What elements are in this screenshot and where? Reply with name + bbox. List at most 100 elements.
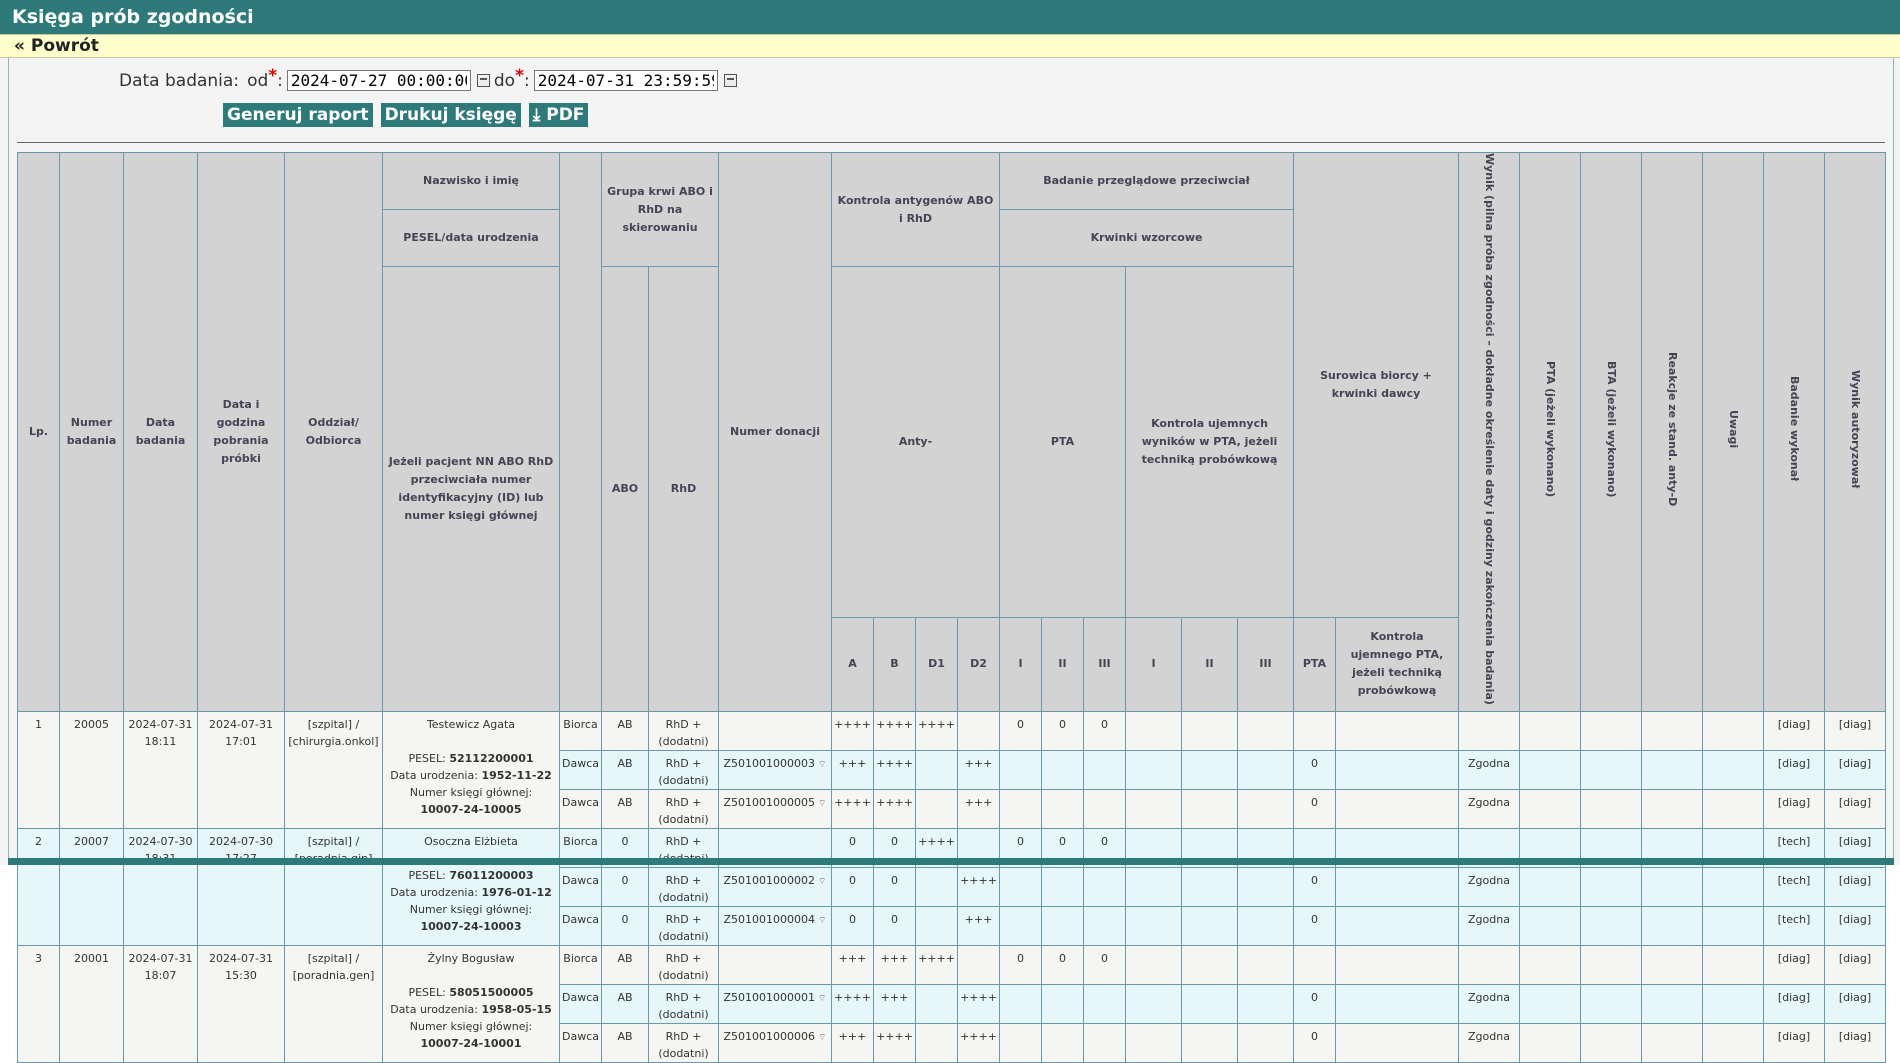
- cell-badanie-wykonal[interactable]: [diag]: [1763, 788, 1825, 829]
- cell-p1: [999, 866, 1042, 907]
- header-pta-ii: II: [1041, 616, 1084, 712]
- details-icon[interactable]: ⌔: [818, 994, 826, 1004]
- cell-wynik-autoryzowal[interactable]: [diag]: [1824, 983, 1886, 1024]
- back-link[interactable]: « Powrót: [14, 36, 99, 56]
- cell-d2: ++++: [957, 866, 1000, 907]
- cell-d1: [915, 788, 958, 829]
- details-icon[interactable]: ⌔: [818, 799, 826, 809]
- cell-d1: [915, 905, 958, 946]
- cell-uwagi: [1702, 788, 1764, 829]
- cell-p3: [1083, 1022, 1126, 1063]
- cell-p2: [1041, 905, 1084, 946]
- details-icon[interactable]: ⌔: [818, 877, 826, 887]
- header-anty: Anty-: [831, 266, 1000, 618]
- cell-donacja[interactable]: Z501001000003 ⌔: [718, 749, 832, 790]
- cell-donacja[interactable]: Z501001000006 ⌔: [718, 1022, 832, 1063]
- cell-donacja[interactable]: Z501001000004 ⌔: [718, 905, 832, 946]
- header-wynik-autoryzowal: Wynik autoryzował: [1824, 152, 1886, 712]
- cell-p2: [1041, 1022, 1084, 1063]
- cell-donacja[interactable]: Z501001000005 ⌔: [718, 788, 832, 829]
- cell-a: 0: [831, 905, 874, 946]
- cell-badanie-wykonal[interactable]: [diag]: [1763, 983, 1825, 1024]
- details-icon[interactable]: ⌔: [818, 916, 826, 926]
- cell-sur: [1293, 710, 1336, 751]
- header-kontrola-ujemnych: Kontrola ujemnych wyników w PTA, jeżeli …: [1125, 266, 1294, 618]
- cell-wynik-autoryzowal[interactable]: [diag]: [1824, 905, 1886, 946]
- table-row: 3 20001 2024-07-31 18:07 2024-07-31 15:30 [szp…: [17, 944, 1886, 1063]
- cell-wynik-autoryzowal[interactable]: [diag]: [1824, 1022, 1886, 1063]
- cell-badanie-wykonal[interactable]: [tech]: [1763, 905, 1825, 946]
- cell-wynik: Zgodna: [1458, 983, 1520, 1024]
- date-to-input[interactable]: [533, 70, 718, 91]
- patient-name: Osoczna Elżbieta: [424, 834, 518, 848]
- header-pesel: PESEL/data urodzenia: [382, 209, 560, 267]
- header-kontrola-iii: III: [1237, 616, 1294, 712]
- cell-badanie-wykonal[interactable]: [tech]: [1763, 866, 1825, 907]
- cell-wynik-autoryzowal[interactable]: [diag]: [1824, 710, 1886, 751]
- cell-sur: 0: [1293, 866, 1336, 907]
- generate-report-button[interactable]: Generuj raport: [223, 103, 373, 127]
- cell-kontr: [1335, 710, 1459, 751]
- cell-donacja[interactable]: Z501001000001 ⌔: [718, 983, 832, 1024]
- cell-b: ++++: [873, 1022, 916, 1063]
- cell-reakcje: [1641, 710, 1703, 751]
- header-bta-v: BTA (jeżeli wykonano): [1580, 152, 1642, 712]
- cell-d1: [915, 749, 958, 790]
- back-bar: « Powrót: [0, 34, 1900, 58]
- cell-badanie-wykonal[interactable]: [diag]: [1763, 944, 1825, 985]
- cell-wynik: Zgodna: [1458, 866, 1520, 907]
- cell-kontr: [1335, 749, 1459, 790]
- print-book-button[interactable]: Drukuj księgę: [380, 103, 521, 127]
- cell-lp: 3: [17, 944, 60, 1063]
- cell-abo: AB: [601, 1022, 649, 1063]
- cell-abo: AB: [601, 983, 649, 1024]
- cell-lp: 1: [17, 710, 60, 829]
- cell-abo: 0: [601, 905, 649, 946]
- cell-wynik-autoryzowal[interactable]: [diag]: [1824, 866, 1886, 907]
- header-badanie-wykonal: Badanie wykonał: [1763, 152, 1825, 712]
- cell-k1: [1125, 710, 1182, 751]
- cell-uwagi: [1702, 710, 1764, 751]
- header-typ: [559, 152, 602, 712]
- cell-p2: [1041, 983, 1084, 1024]
- cell-abo: AB: [601, 710, 649, 751]
- cell-k3: [1237, 983, 1294, 1024]
- cell-typ: Dawca: [559, 905, 602, 946]
- cell-abo: AB: [601, 749, 649, 790]
- header-kontrola: Kontrola antygenów ABO i RhD: [831, 152, 1000, 267]
- cell-rhd: RhD +(dodatni): [648, 749, 719, 790]
- cell-rhd: RhD +(dodatni): [648, 905, 719, 946]
- calendar-from-icon[interactable]: [476, 74, 490, 87]
- header-reakcje: Reakcje ze stand. anty-D: [1641, 152, 1703, 712]
- details-icon[interactable]: ⌔: [818, 1033, 826, 1043]
- divider: [17, 142, 1885, 143]
- cell-bta: [1580, 944, 1642, 985]
- cell-sur: 0: [1293, 905, 1336, 946]
- header-kontrola-ujemnego: Kontrola ujemnego PTA, jeżeli techniką p…: [1335, 616, 1459, 712]
- cell-sur: 0: [1293, 749, 1336, 790]
- cell-p2: [1041, 866, 1084, 907]
- pdf-button[interactable]: ⤓ PDF: [528, 103, 589, 127]
- cell-pta: [1519, 905, 1581, 946]
- cell-bta: [1580, 749, 1642, 790]
- cell-donacja: [718, 710, 832, 751]
- cell-typ: Dawca: [559, 866, 602, 907]
- header-kontrola-i: I: [1125, 616, 1182, 712]
- cell-a: ++++: [831, 710, 874, 751]
- from-label: od: [247, 70, 269, 91]
- cell-badanie-wykonal[interactable]: [diag]: [1763, 749, 1825, 790]
- cell-badanie-wykonal[interactable]: [diag]: [1763, 1022, 1825, 1063]
- header-lp: Lp.: [17, 152, 60, 712]
- cell-sur: 0: [1293, 983, 1336, 1024]
- date-from-input[interactable]: [286, 70, 471, 91]
- calendar-to-icon[interactable]: [723, 74, 737, 87]
- details-icon[interactable]: ⌔: [818, 760, 826, 770]
- cell-badanie-wykonal[interactable]: [diag]: [1763, 710, 1825, 751]
- cell-wynik-autoryzowal[interactable]: [diag]: [1824, 788, 1886, 829]
- cell-wynik-autoryzowal[interactable]: [diag]: [1824, 749, 1886, 790]
- cell-numer: 20005: [59, 710, 124, 829]
- cell-donacja[interactable]: Z501001000002 ⌔: [718, 866, 832, 907]
- cell-uwagi: [1702, 749, 1764, 790]
- cell-wynik-autoryzowal[interactable]: [diag]: [1824, 944, 1886, 985]
- cell-uwagi: [1702, 905, 1764, 946]
